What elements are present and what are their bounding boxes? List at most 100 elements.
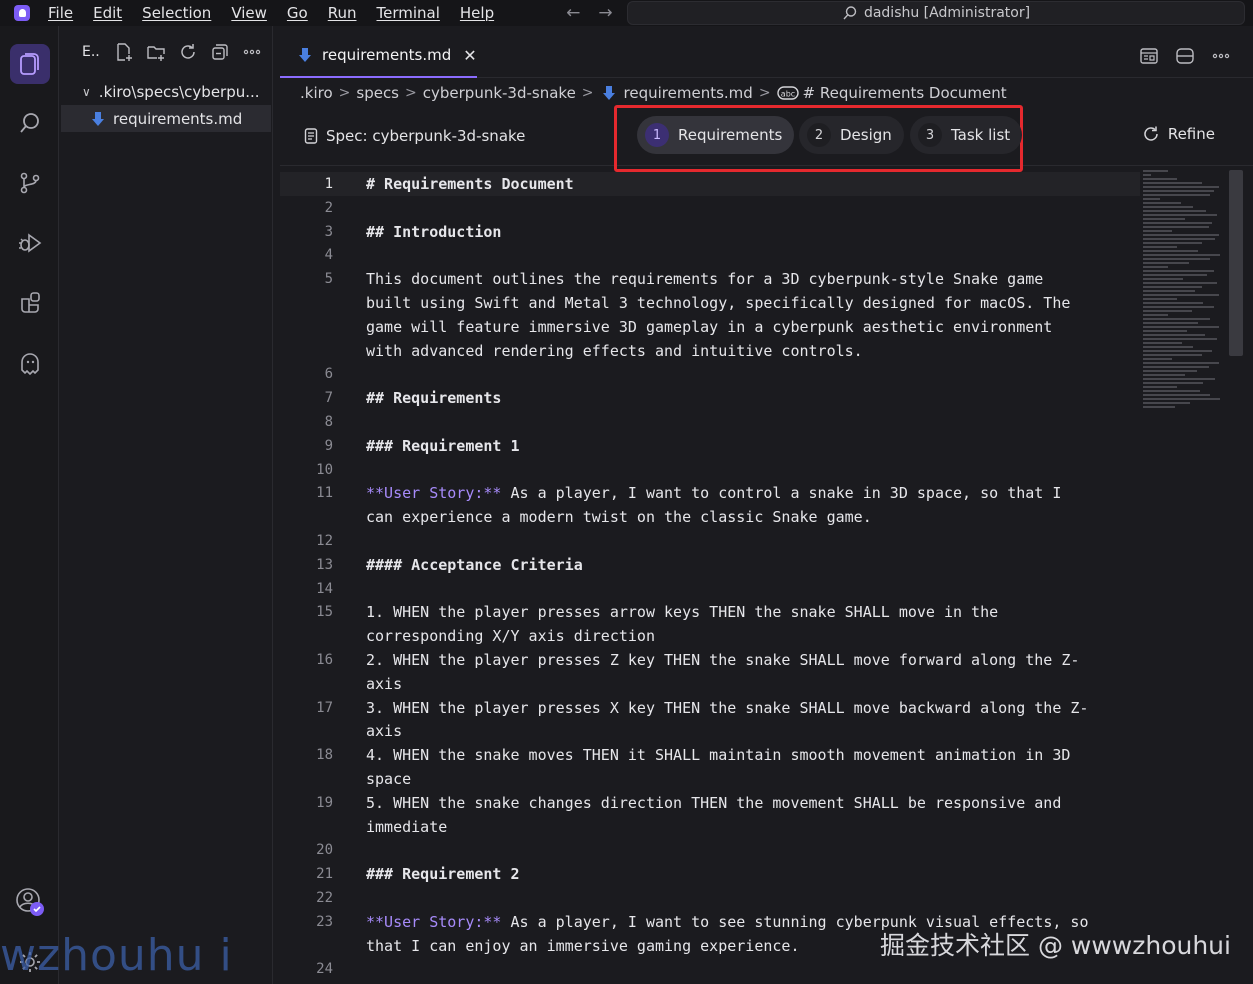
line-number: 14 <box>316 580 333 597</box>
forward-arrow-icon[interactable]: → <box>598 3 612 23</box>
extensions-button[interactable] <box>10 283 50 323</box>
minimap-line <box>1143 382 1204 384</box>
tree-file-row[interactable]: requirements.md <box>61 105 271 132</box>
code-line: 6 <box>280 362 1140 386</box>
minimap-line <box>1143 398 1221 400</box>
step-design[interactable]: 2 Design <box>799 116 904 154</box>
chevron-right-icon: > <box>581 85 594 101</box>
refresh-icon[interactable] <box>178 42 198 62</box>
line-text: ### Requirement 1 <box>366 434 520 458</box>
breadcrumb-spec-folder[interactable]: cyberpunk-3d-snake <box>423 84 576 102</box>
explorer-button[interactable] <box>10 44 50 84</box>
open-preview-icon[interactable] <box>1139 47 1159 65</box>
step-task-list[interactable]: 3 Task list <box>910 116 1023 154</box>
code-line: 10 <box>280 458 1140 482</box>
code-token: built using Swift and Metal 3 technology… <box>366 294 1071 312</box>
code-editor[interactable]: 1 # Requirements Document 2 3 ## Introductio… <box>280 170 1140 984</box>
menu-go[interactable]: Go <box>287 4 308 22</box>
explorer-sidebar: E.. ∨ .kiro\specs\cyberpu... requirement… <box>60 26 273 984</box>
minimap-line <box>1143 210 1206 212</box>
vertical-scrollbar[interactable] <box>1229 170 1243 356</box>
search-icon <box>20 113 39 133</box>
kiro-ghost-icon <box>21 353 39 376</box>
accounts-button[interactable] <box>10 882 50 922</box>
menu-file[interactable]: File <box>48 4 73 22</box>
close-icon[interactable]: ✕ <box>463 46 476 65</box>
line-number: 18 <box>316 747 333 764</box>
minimap-line <box>1143 218 1185 220</box>
chevron-down-icon: ∨ <box>82 84 91 99</box>
more-actions-icon[interactable] <box>1211 46 1231 66</box>
menu-terminal[interactable]: Terminal <box>377 4 440 22</box>
minimap-line <box>1143 226 1209 228</box>
collapse-all-icon[interactable] <box>210 42 230 62</box>
code-token: #### Acceptance Criteria <box>366 555 583 574</box>
line-number: 8 <box>324 414 333 430</box>
breadcrumb-file[interactable]: requirements.md <box>624 84 753 102</box>
line-number: 15 <box>316 604 333 621</box>
minimap[interactable] <box>1143 170 1227 410</box>
back-arrow-icon[interactable]: ← <box>566 3 580 23</box>
step-requirements[interactable]: 1 Requirements <box>637 116 795 154</box>
line-number: 5 <box>324 271 333 288</box>
menu-selection[interactable]: Selection <box>142 4 211 22</box>
minimap-line <box>1143 342 1182 344</box>
source-control-button[interactable] <box>10 163 50 203</box>
code-token: # Requirements Document <box>366 175 574 193</box>
tab-requirements-md[interactable]: requirements.md ✕ <box>280 34 477 78</box>
minimap-line <box>1143 170 1169 172</box>
step-label: Task list <box>951 126 1011 144</box>
breadcrumb-specs[interactable]: specs <box>356 84 399 102</box>
step-number: 3 <box>918 123 942 147</box>
minimap-line <box>1143 174 1152 176</box>
minimap-line <box>1143 274 1207 276</box>
new-file-icon[interactable] <box>114 42 134 62</box>
minimap-line <box>1143 262 1190 264</box>
line-text: ## Requirements <box>366 386 501 410</box>
menu-run[interactable]: Run <box>328 4 357 22</box>
code-token: This document outlines the requirements … <box>366 270 1044 289</box>
line-text: 3. WHEN the player presses X key THEN th… <box>366 696 1088 720</box>
breadcrumb-kiro[interactable]: .kiro <box>300 84 333 102</box>
line-text: ### Requirement 2 <box>366 862 520 886</box>
line-text: 4. WHEN the snake moves THEN it SHALL ma… <box>366 743 1070 767</box>
refine-label: Refine <box>1167 125 1215 143</box>
code-line: 17 3. WHEN the player presses X key THEN … <box>280 696 1140 720</box>
line-number: 16 <box>316 652 333 668</box>
code-token: axis <box>366 722 403 741</box>
split-editor-icon[interactable] <box>1175 46 1195 66</box>
svg-text:abc: abc <box>780 90 794 99</box>
line-number: 2 <box>324 199 333 216</box>
activity-bar <box>0 26 59 984</box>
run-debug-button[interactable] <box>10 223 50 263</box>
refresh-icon <box>1144 126 1158 141</box>
menu-help[interactable]: Help <box>460 4 494 22</box>
step-number: 1 <box>645 123 669 147</box>
tab-label: requirements.md <box>322 46 452 64</box>
kiro-button[interactable] <box>10 343 50 383</box>
minimap-line <box>1143 258 1211 260</box>
menu-edit[interactable]: Edit <box>93 4 122 22</box>
minimap-line <box>1143 178 1177 180</box>
refine-button[interactable]: Refine <box>1142 125 1215 143</box>
code-line: 11 **User Story:** As a player, I want to… <box>280 481 1140 505</box>
menu-view[interactable]: View <box>231 4 267 22</box>
minimap-line <box>1143 246 1177 248</box>
line-text: that I can enjoy an immersive gaming exp… <box>366 934 799 958</box>
watermark-left: wzhouhu i <box>0 930 233 981</box>
tree-folder-row[interactable]: ∨ .kiro\specs\cyberpu... <box>60 78 272 105</box>
spec-title-text: Spec: cyberpunk-3d-snake <box>326 127 526 145</box>
command-center-search[interactable]: dadishu [Administrator] <box>627 1 1245 25</box>
line-number: 22 <box>316 890 333 906</box>
line-text: This document outlines the requirements … <box>366 267 1043 291</box>
explorer-files-icon <box>20 53 39 75</box>
document-icon <box>304 128 318 144</box>
account-icon <box>16 888 44 916</box>
breadcrumb-symbol[interactable]: # Requirements Document <box>803 84 1007 102</box>
new-folder-icon[interactable] <box>146 42 166 62</box>
kiro-logo-icon <box>14 5 30 21</box>
code-line: 7 ## Requirements <box>280 386 1140 410</box>
search-button[interactable] <box>10 103 50 143</box>
minimap-line <box>1143 366 1209 368</box>
more-actions-icon[interactable] <box>242 42 262 62</box>
